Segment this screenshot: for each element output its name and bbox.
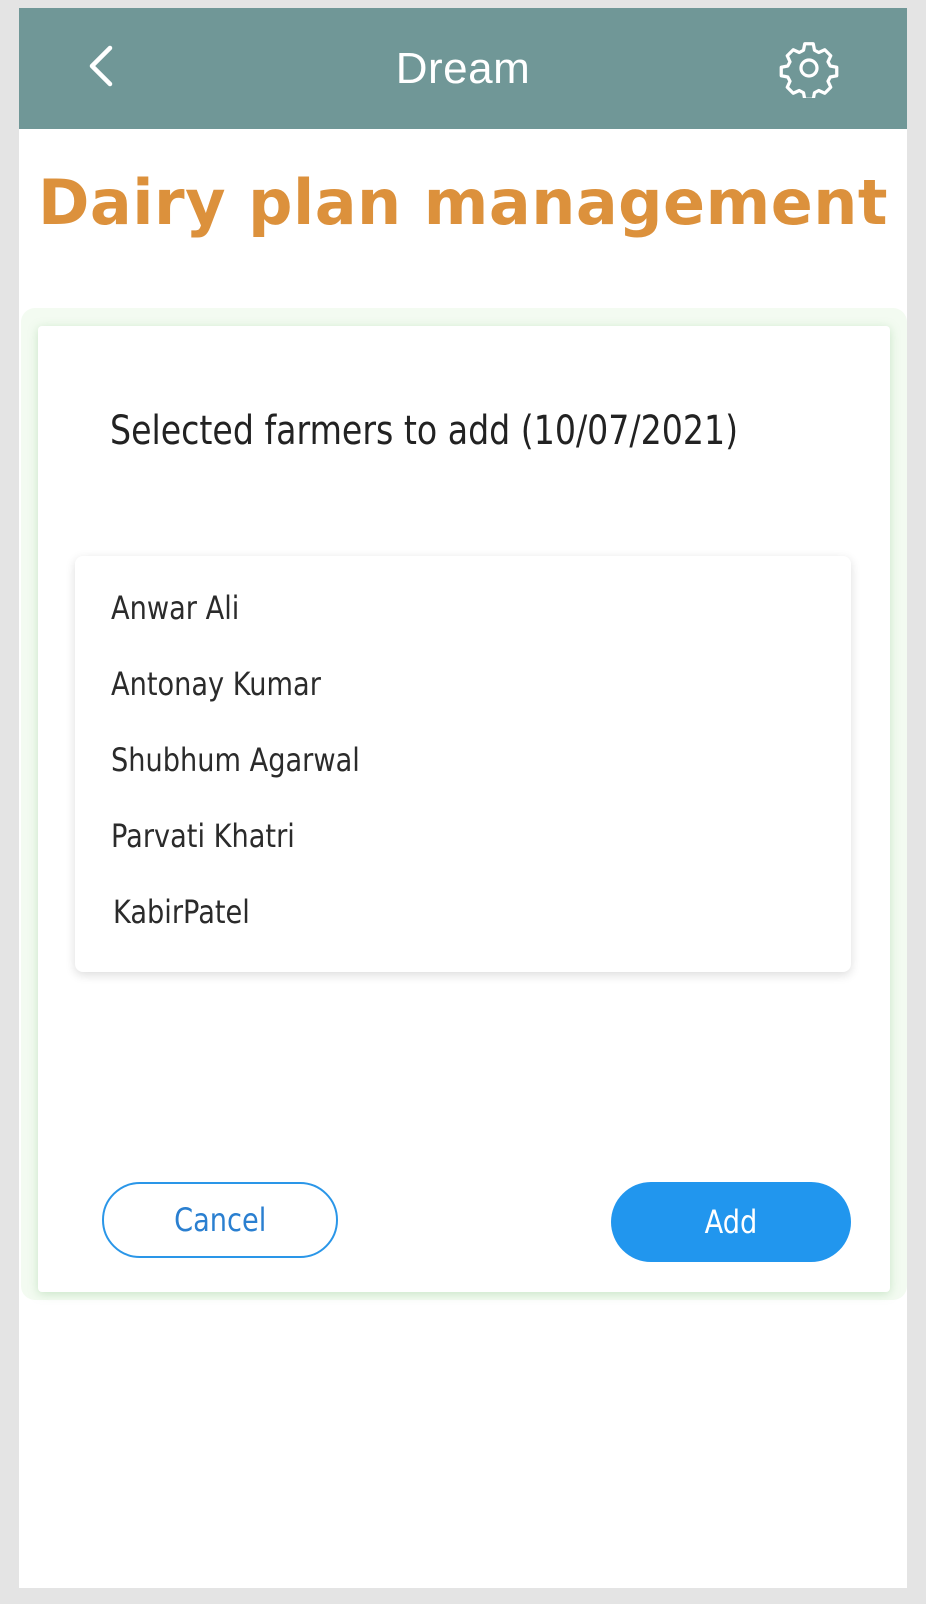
- chevron-left-icon: [86, 44, 116, 93]
- back-button[interactable]: [71, 38, 131, 98]
- cancel-button-label: Cancel: [173, 1201, 267, 1239]
- list-item[interactable]: KabirPatel: [113, 887, 250, 937]
- app-title: Dream: [395, 44, 531, 93]
- app-header: Dream: [19, 8, 907, 129]
- cancel-button[interactable]: Cancel: [102, 1182, 338, 1258]
- list-item[interactable]: Parvati Khatri: [111, 811, 295, 861]
- list-item[interactable]: Anwar Ali: [111, 583, 239, 633]
- card-heading: Selected farmers to add (10/07/2021): [110, 408, 739, 454]
- selected-farmers-card: Selected farmers to add (10/07/2021) Anw…: [38, 326, 890, 1292]
- settings-button[interactable]: [777, 38, 841, 102]
- farmer-list: Anwar Ali Antonay Kumar Shubhum Agarwal …: [75, 556, 851, 972]
- app-screen: Dream Dairy plan management Selected far…: [19, 8, 907, 1588]
- page-title: Dairy plan management: [37, 166, 889, 239]
- add-button[interactable]: Add: [611, 1182, 851, 1262]
- gear-icon: [779, 38, 839, 103]
- list-item[interactable]: Antonay Kumar: [111, 659, 321, 709]
- add-button-label: Add: [704, 1203, 758, 1241]
- list-item[interactable]: Shubhum Agarwal: [111, 735, 360, 785]
